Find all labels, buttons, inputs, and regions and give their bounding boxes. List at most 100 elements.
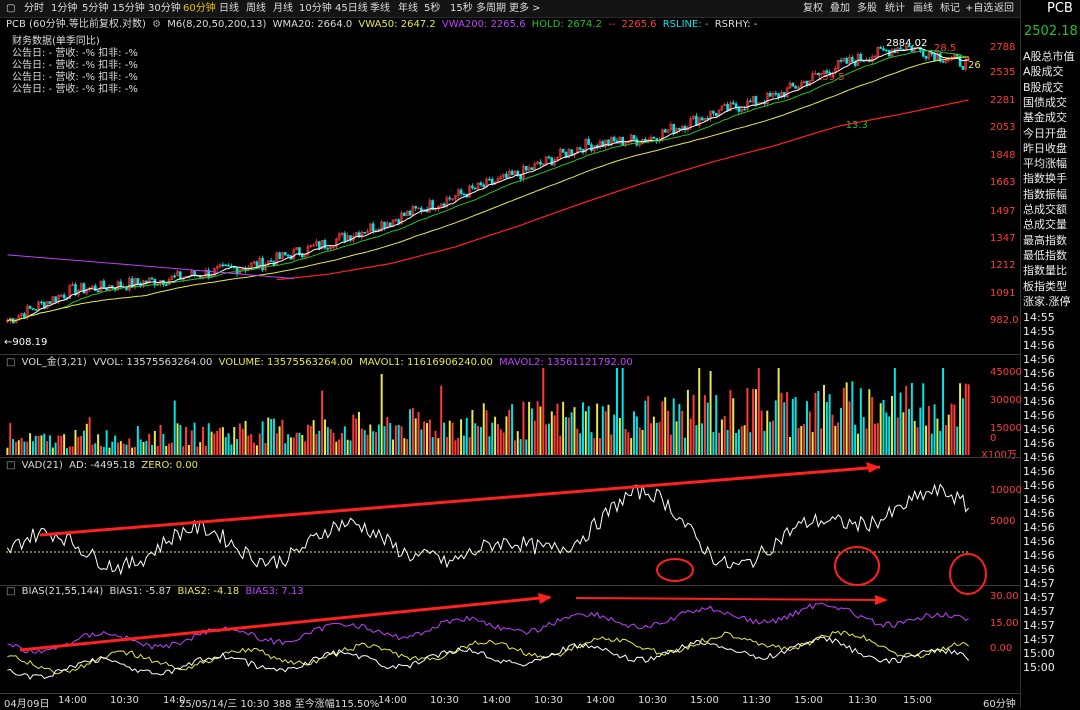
trend-arrowhead bbox=[866, 462, 880, 473]
trend-arrow bbox=[39, 465, 881, 537]
volume-bar bbox=[272, 418, 275, 455]
volume-bar bbox=[165, 445, 168, 455]
volume-bar bbox=[644, 400, 647, 455]
volume-bar bbox=[876, 423, 879, 455]
volume-bar bbox=[871, 397, 874, 455]
volume-bar bbox=[29, 433, 32, 455]
volume-bar bbox=[624, 428, 627, 455]
volume-bar bbox=[638, 427, 641, 455]
volume-bar bbox=[82, 430, 85, 455]
candle-body bbox=[561, 148, 565, 153]
volume-bar bbox=[26, 441, 29, 455]
volume-bar bbox=[831, 414, 834, 455]
volume-bar bbox=[57, 435, 60, 455]
panel-item[interactable]: 国债成交 bbox=[1023, 95, 1079, 110]
volume-bar bbox=[91, 444, 94, 455]
candle-body bbox=[530, 167, 534, 170]
panel-item[interactable]: 指数换手 bbox=[1023, 171, 1079, 186]
candle-body bbox=[227, 264, 230, 267]
volume-bar bbox=[295, 432, 298, 455]
volume-bar bbox=[854, 424, 857, 455]
panel-item[interactable]: 基金成交 bbox=[1023, 110, 1079, 125]
volume-bar bbox=[655, 422, 658, 455]
candle-body bbox=[48, 301, 52, 304]
candle-body bbox=[459, 189, 463, 195]
volume-bar bbox=[752, 388, 755, 455]
volume-bar bbox=[14, 441, 17, 455]
volume-bar bbox=[207, 423, 210, 455]
panel-time: 14:57 bbox=[1023, 633, 1055, 646]
panel-item[interactable]: 指数振幅 bbox=[1023, 187, 1079, 202]
panel-item[interactable]: B股成交 bbox=[1023, 80, 1079, 95]
candle-body bbox=[278, 252, 281, 259]
volume-bar bbox=[136, 426, 139, 455]
volume-bar bbox=[703, 395, 706, 455]
volume-bar bbox=[950, 403, 953, 455]
volume-bar bbox=[9, 423, 12, 455]
panel-item[interactable]: 最高指数 bbox=[1023, 233, 1079, 248]
volume-bar bbox=[840, 407, 842, 455]
candle-body bbox=[482, 184, 486, 187]
volume-bar bbox=[355, 418, 358, 455]
volume-bar bbox=[156, 445, 159, 455]
volume-bar bbox=[462, 435, 465, 455]
volume-bar bbox=[321, 390, 324, 455]
volume-bar bbox=[383, 426, 386, 455]
candle-body bbox=[612, 136, 616, 142]
panel-time: 14:56 bbox=[1023, 563, 1055, 576]
volume-bar bbox=[253, 442, 256, 455]
volume-bar bbox=[545, 424, 548, 455]
panel-item[interactable]: 昨日收盘 bbox=[1023, 141, 1079, 156]
panel-item[interactable]: 总成交量 bbox=[1023, 217, 1079, 232]
volume-bar bbox=[20, 437, 23, 455]
highlight-circle bbox=[949, 553, 987, 595]
volume-bar bbox=[581, 402, 584, 455]
panel-item[interactable]: 总成交额 bbox=[1023, 202, 1079, 217]
candle-body bbox=[300, 254, 304, 258]
kline-chart[interactable] bbox=[0, 0, 1020, 708]
volume-bar bbox=[258, 433, 261, 455]
panel-time: 14:56 bbox=[1023, 339, 1055, 352]
volume-bar bbox=[292, 437, 295, 455]
panel-item[interactable]: 平均涨幅 bbox=[1023, 156, 1079, 171]
volume-bar bbox=[477, 425, 480, 455]
volume-bar bbox=[335, 441, 338, 455]
volume-bar bbox=[326, 427, 329, 455]
volume-bar bbox=[213, 433, 216, 455]
volume-bar bbox=[669, 434, 672, 455]
volume-bar bbox=[346, 439, 349, 455]
volume-bar bbox=[485, 410, 488, 455]
volume-bar bbox=[505, 416, 508, 455]
volume-bar bbox=[633, 411, 636, 455]
panel-item[interactable]: A股总市值 bbox=[1023, 49, 1079, 64]
candle-body bbox=[490, 178, 494, 185]
volume-bar bbox=[701, 423, 704, 455]
candle-body bbox=[31, 308, 35, 310]
volume-bar bbox=[865, 428, 868, 455]
panel-item[interactable]: 板指类型 bbox=[1023, 279, 1079, 294]
volume-bar bbox=[380, 374, 383, 455]
volume-bar bbox=[179, 424, 182, 455]
candle-body bbox=[933, 53, 936, 62]
panel-item[interactable]: 涨家.涨停 bbox=[1023, 294, 1079, 309]
volume-bar bbox=[105, 430, 108, 455]
volume-bar bbox=[882, 399, 885, 455]
candle-body bbox=[851, 56, 854, 63]
volume-bar bbox=[533, 420, 536, 455]
volume-bar bbox=[264, 443, 267, 455]
panel-time: 14:56 bbox=[1023, 549, 1055, 562]
candle-body bbox=[817, 73, 820, 76]
volume-bar bbox=[142, 442, 145, 455]
panel-item[interactable]: 指数量比 bbox=[1023, 263, 1079, 278]
panel-item[interactable]: 最低指数 bbox=[1023, 248, 1079, 263]
panel-time: 14:56 bbox=[1023, 535, 1055, 548]
volume-bar bbox=[417, 411, 420, 455]
panel-item[interactable]: A股成交 bbox=[1023, 64, 1079, 79]
volume-bar bbox=[199, 442, 202, 455]
volume-bar bbox=[400, 426, 403, 455]
purple-ma-line bbox=[7, 254, 294, 280]
volume-bar bbox=[828, 394, 831, 455]
candle-body bbox=[700, 117, 704, 121]
volume-bar bbox=[63, 434, 66, 455]
panel-item[interactable]: 今日开盘 bbox=[1023, 126, 1079, 141]
